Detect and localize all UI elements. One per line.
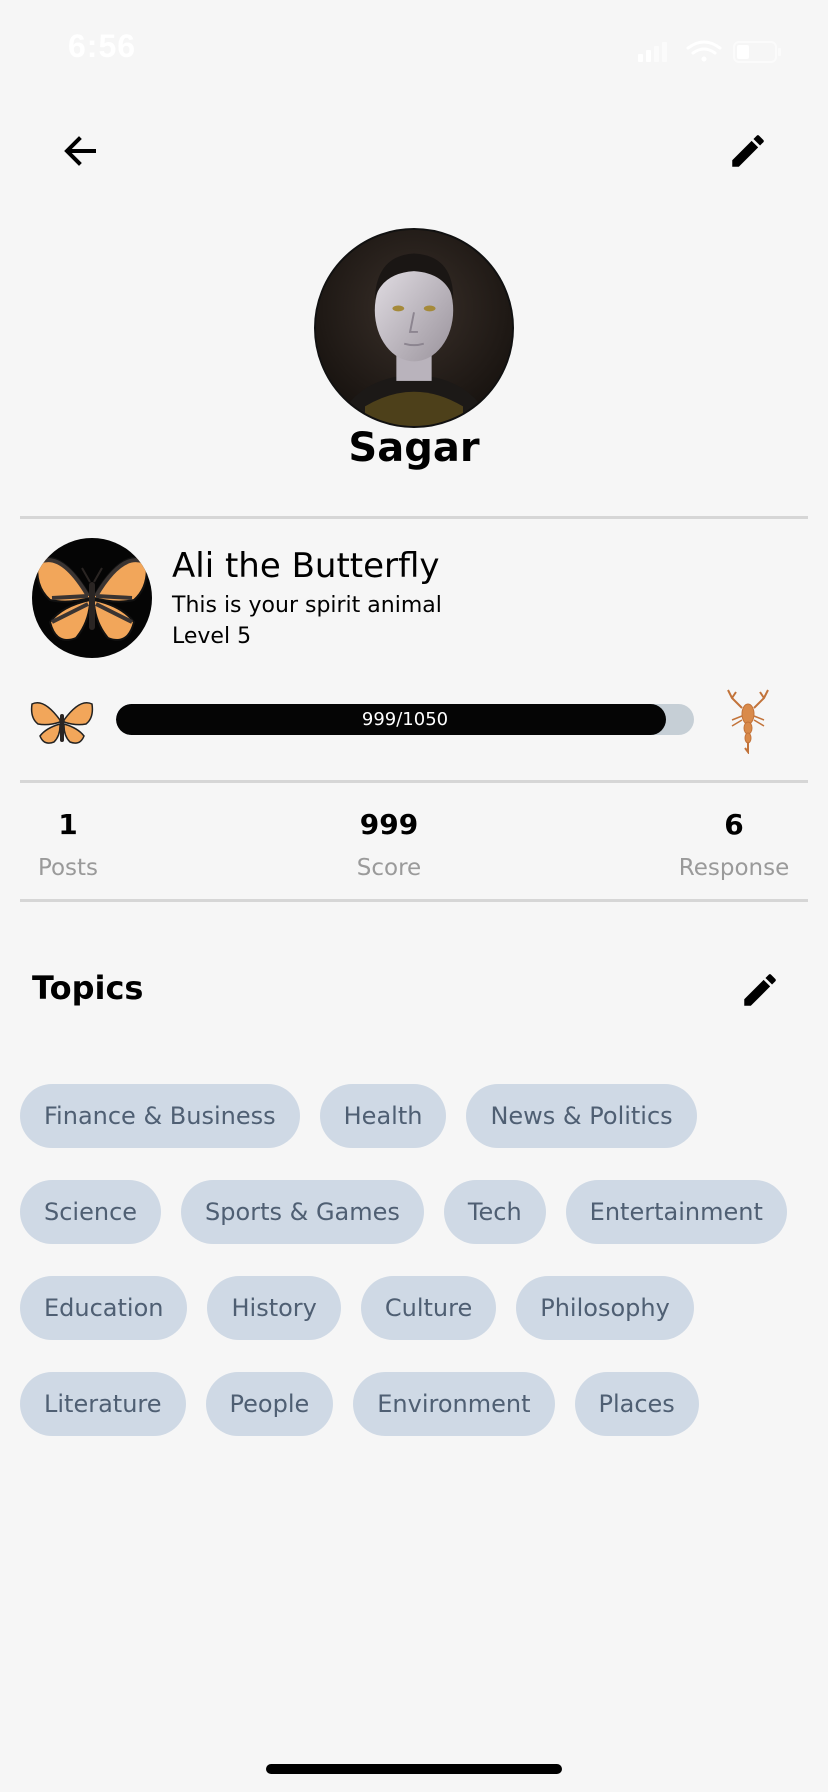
stat-score[interactable]: 999 Score [299,808,479,881]
topic-row: Literature People Environment Places [20,1372,810,1436]
cellular-signal-icon [638,42,667,62]
arrow-left-icon [64,136,96,166]
spirit-animal-name: Ali the Butterfly [172,546,440,586]
topic-row: Finance & Business Health News & Politic… [20,1084,810,1148]
butterfly-icon [36,556,148,641]
stat-response[interactable]: 6 Response [644,808,824,881]
topic-chip[interactable]: People [205,1372,334,1436]
topic-chip[interactable]: Tech [443,1180,546,1244]
topic-chip[interactable]: History [207,1276,341,1340]
divider [20,780,808,783]
battery-icon [733,41,781,63]
divider [20,516,808,519]
topic-chip[interactable]: News & Politics [466,1084,697,1148]
stat-posts[interactable]: 1 Posts [0,808,158,881]
profile-photo [316,230,512,426]
edit-topics-button[interactable] [720,950,800,1030]
topic-chip[interactable]: Places [574,1372,699,1436]
topic-chip[interactable]: Environment [353,1372,555,1436]
topic-chips: Finance & Business Health News & Politic… [20,1084,810,1468]
spirit-animal-avatar [32,538,152,658]
topic-chip[interactable]: Sports & Games [181,1180,424,1244]
profile-avatar[interactable] [314,228,514,428]
topic-chip[interactable]: Finance & Business [20,1084,300,1148]
stat-label: Score [356,855,422,881]
stat-label: Posts [37,855,99,881]
stat-value: 6 [724,808,744,841]
topic-chip[interactable]: Science [20,1180,162,1244]
pencil-icon [744,974,776,1006]
topics-title: Topics [32,969,144,1007]
topic-chip[interactable]: Philosophy [516,1276,694,1340]
scorpion-icon [727,689,769,754]
butterfly-icon [30,702,94,744]
status-bar: 6:56 [0,0,828,100]
topic-chip[interactable]: Health [319,1084,447,1148]
topic-chip[interactable]: Education [20,1276,188,1340]
topic-chip[interactable]: Culture [360,1276,497,1340]
status-time: 6:56 [68,28,137,64]
edit-profile-button[interactable] [708,111,788,191]
divider [20,899,808,902]
spirit-animal-subtitle: This is your spirit animal [172,593,442,618]
stat-label: Response [678,855,790,881]
stat-value: 1 [58,808,78,841]
spirit-animal-level: Level 5 [172,624,252,649]
level-progress-label: 999/1050 [361,709,449,730]
level-progress-bar: 999/1050 [116,704,694,735]
topic-row: Science Sports & Games Tech Entertainmen… [20,1180,810,1244]
wifi-icon [686,40,722,62]
topic-chip[interactable]: Literature [20,1372,186,1436]
profile-username: Sagar [348,425,480,471]
home-indicator[interactable] [266,1764,562,1774]
topic-chip[interactable]: Entertainment [565,1180,787,1244]
back-button[interactable] [40,111,120,191]
topic-row: Education History Culture Philosophy [20,1276,810,1340]
status-icons [638,40,781,63]
pencil-icon [732,135,764,167]
stat-value: 999 [359,808,419,841]
